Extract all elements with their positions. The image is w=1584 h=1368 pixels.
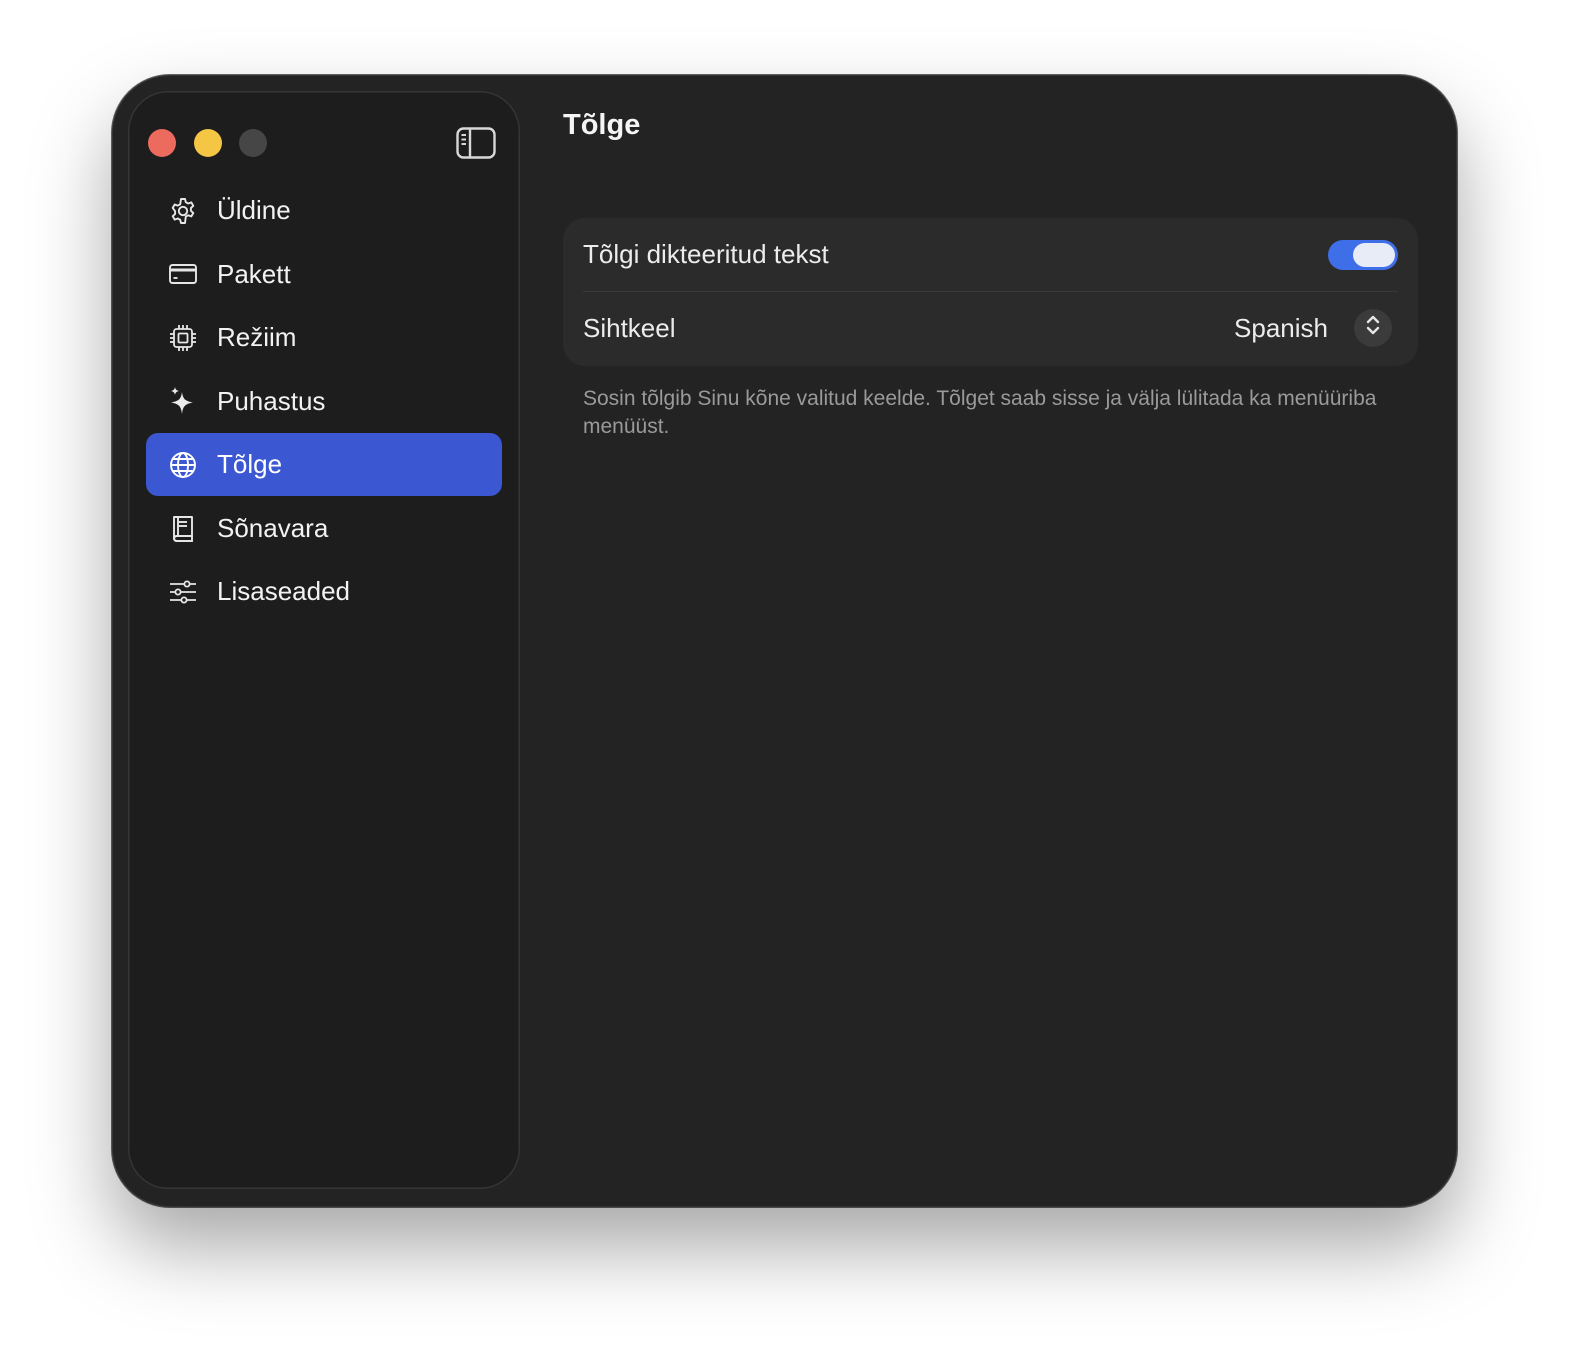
translate-dictation-row: Tõlgi dikteeritud tekst <box>583 218 1398 292</box>
close-window-button[interactable] <box>148 129 176 157</box>
sidebar-item-label: Pakett <box>217 258 291 289</box>
translate-dictation-toggle[interactable] <box>1328 240 1398 270</box>
sidebar-toggle-icon <box>456 127 496 163</box>
target-language-label: Sihtkeel <box>583 313 676 343</box>
sidebar-item-vocabulary[interactable]: Sõnavara <box>146 497 502 560</box>
sparkles-icon <box>167 385 199 417</box>
sidebar-nav: Üldine Pakett Režiim Puhastus Tõlge Sõna… <box>146 179 502 624</box>
target-language-select[interactable]: Spanish <box>1234 292 1328 365</box>
minimize-window-button[interactable] <box>194 129 222 157</box>
book-icon <box>167 512 199 544</box>
sidebar-item-label: Üldine <box>217 195 291 225</box>
sidebar-item-label: Lisaseaded <box>217 576 350 606</box>
sidebar-item-cleanup[interactable]: Puhastus <box>146 370 502 433</box>
page-title: Tõlge <box>563 109 641 141</box>
target-language-row: Sihtkeel Spanish <box>583 292 1398 365</box>
target-language-stepper[interactable] <box>1354 309 1392 347</box>
credit-card-icon <box>167 258 199 290</box>
zoom-window-button <box>239 129 267 157</box>
toggle-knob <box>1353 243 1395 267</box>
translate-dictation-label: Tõlgi dikteeritud tekst <box>583 239 829 269</box>
translation-description: Sosin tõlgib Sinu kõne valitud keelde. T… <box>583 387 1377 438</box>
sidebar: Üldine Pakett Režiim Puhastus Tõlge Sõna… <box>128 91 520 1189</box>
sidebar-item-translation[interactable]: Tõlge <box>146 433 502 496</box>
cpu-chip-icon <box>167 322 199 354</box>
sidebar-item-label: Tõlge <box>217 449 283 479</box>
sliders-icon <box>167 576 199 608</box>
sidebar-item-label: Sõnavara <box>217 512 329 543</box>
sidebar-item-plan[interactable]: Pakett <box>146 243 502 306</box>
translation-settings-card: Tõlgi dikteeritud tekst Sihtkeel Spanish <box>563 218 1418 366</box>
globe-icon <box>167 449 199 481</box>
sidebar-item-label: Režiim <box>217 322 297 352</box>
sidebar-item-mode[interactable]: Režiim <box>146 306 502 369</box>
sidebar-item-advanced[interactable]: Lisaseaded <box>146 560 502 623</box>
sidebar-item-general[interactable]: Üldine <box>146 179 502 242</box>
sidebar-toggle-button[interactable] <box>456 127 496 159</box>
chevron-up-down-icon <box>1364 312 1382 345</box>
sidebar-item-label: Puhastus <box>217 385 326 416</box>
settings-window: Üldine Pakett Režiim Puhastus Tõlge Sõna… <box>112 75 1457 1207</box>
gear-icon <box>167 195 199 227</box>
